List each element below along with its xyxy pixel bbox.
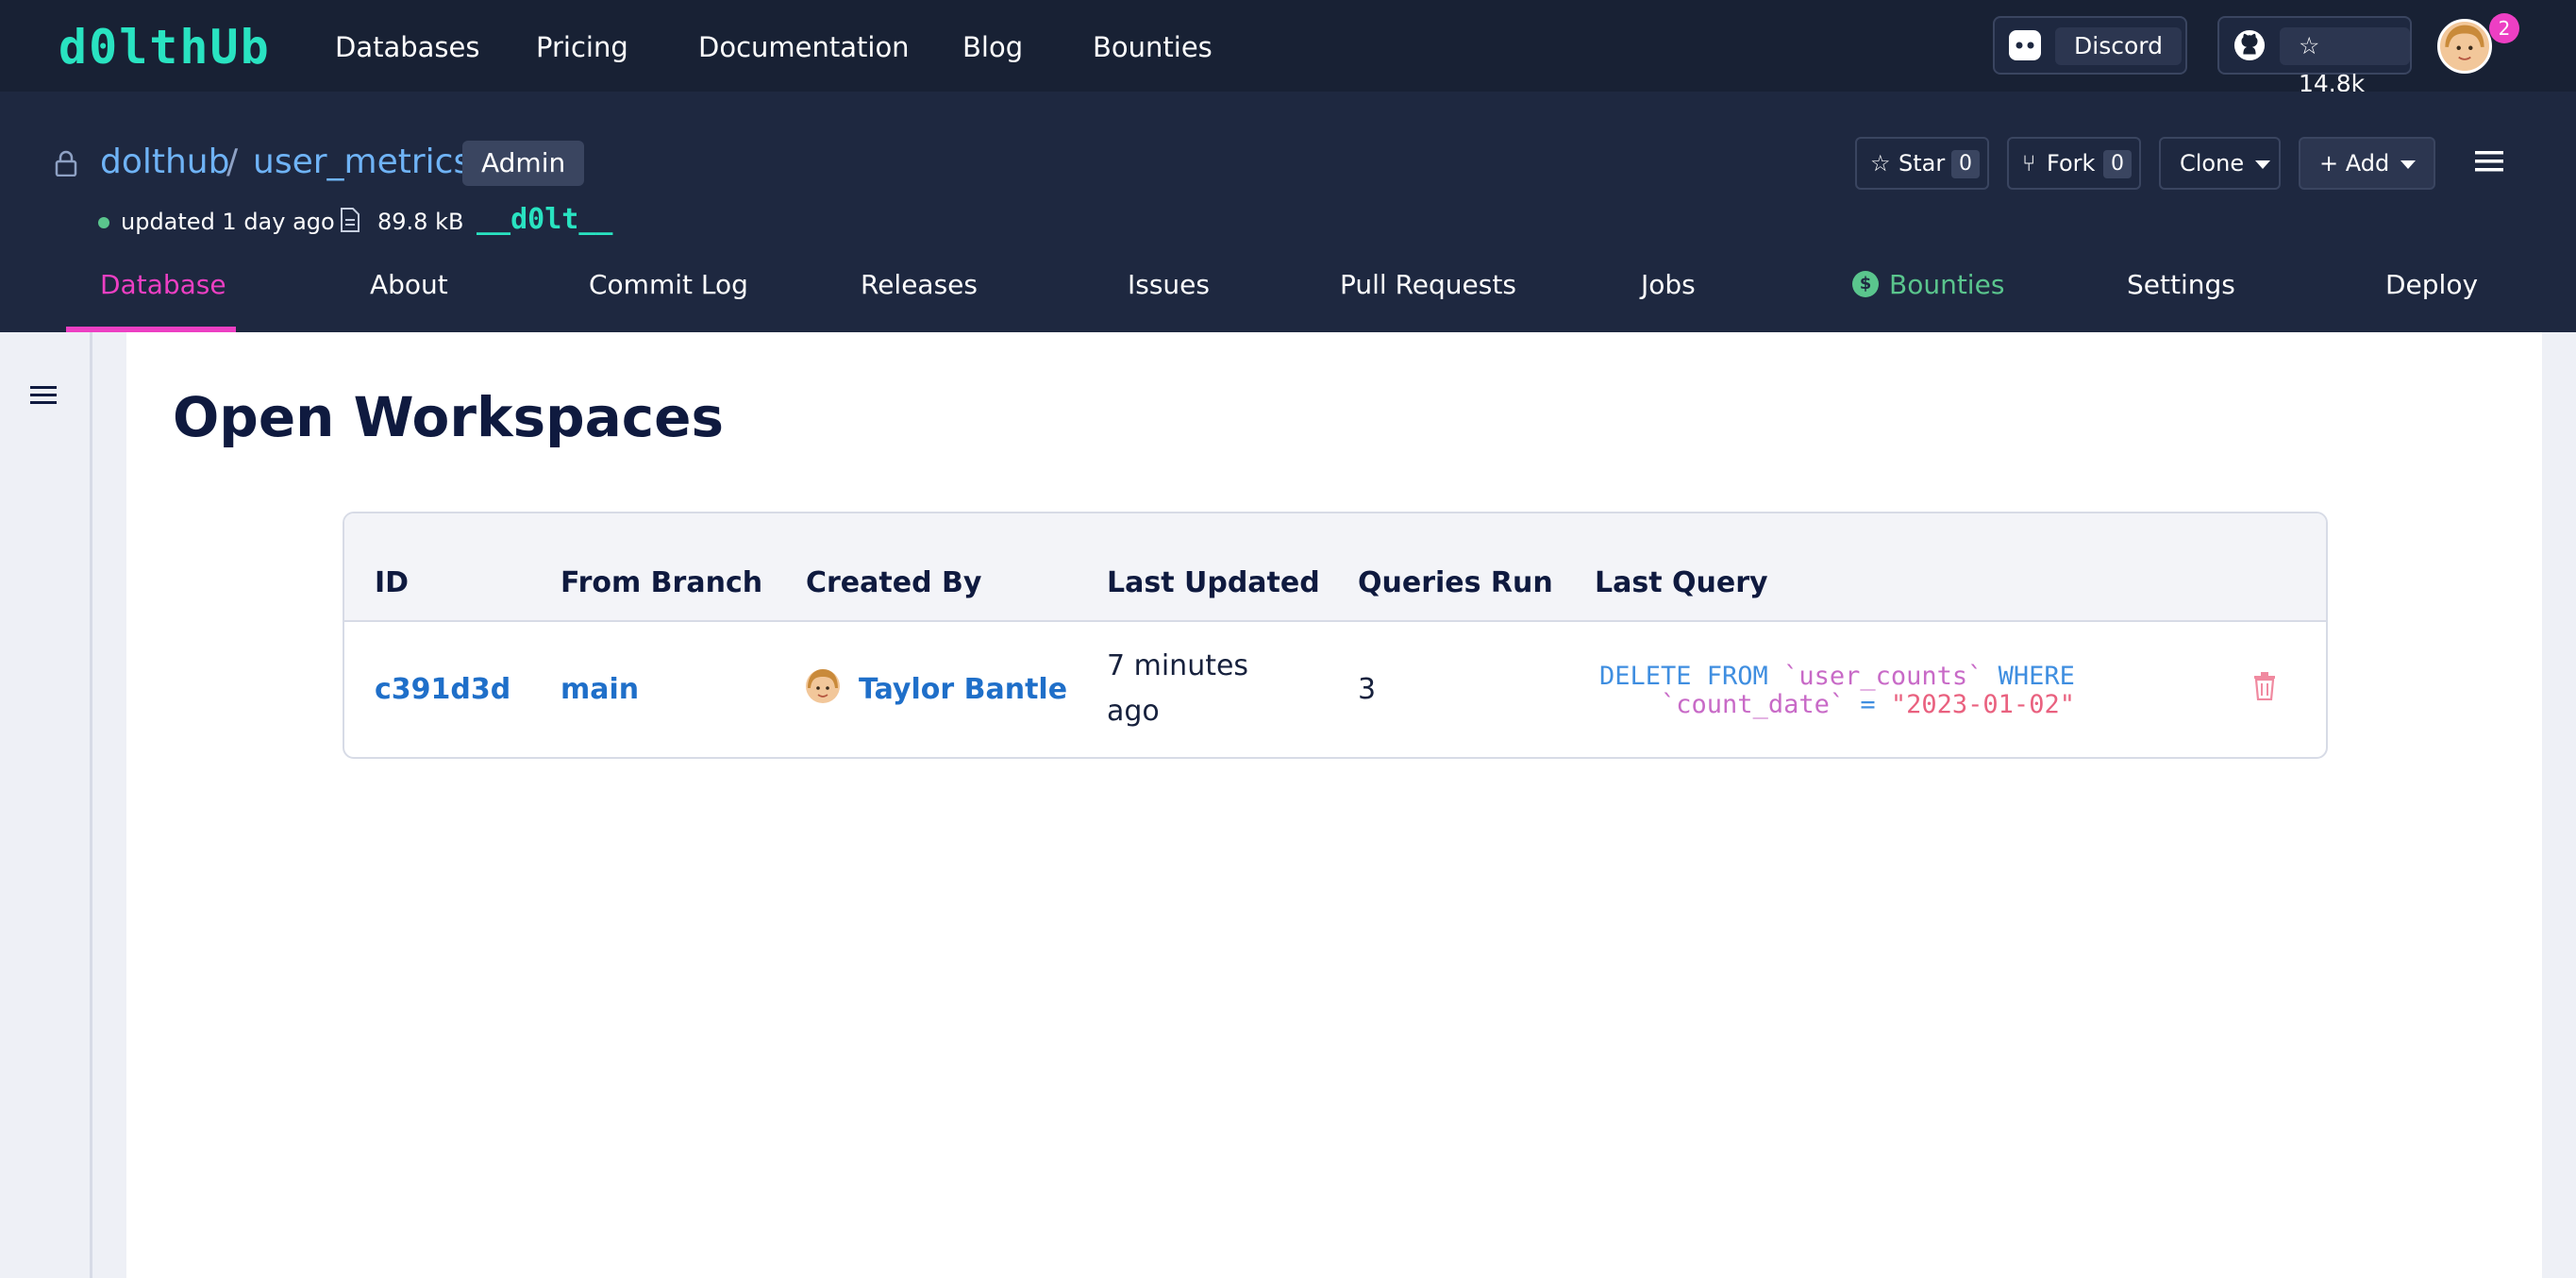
header-id: ID [375,566,410,599]
github-button[interactable]: ☆ 14.8k [2217,16,2412,97]
star-label: Star [1899,150,1946,177]
fork-button[interactable]: ⑂ Fork 0 [2007,137,2141,190]
header-queries-run: Queries Run [1358,566,1553,599]
discord-button[interactable]: Discord [1993,16,2187,75]
workspaces-table: ID From Branch Created By Last Updated Q… [343,512,2328,759]
file-size-icon [341,208,360,232]
sql-value: "2023-01-02" [1890,690,2075,719]
star-count: 0 [1951,150,1980,178]
table-header: ID From Branch Created By Last Updated Q… [344,513,2326,622]
discord-label: Discord [2055,27,2182,65]
dollar-icon: $ [1852,271,1879,297]
github-icon [2233,29,2266,61]
dolt-tag: __d0lt__ [477,203,613,236]
clone-label: Clone [2180,150,2245,177]
repo-owner-link[interactable]: dolthub [100,141,229,184]
discord-icon [2009,30,2041,60]
tab-commit-log[interactable]: Commit Log [589,267,748,303]
role-badge: Admin [462,141,585,186]
nav-databases[interactable]: Databases [335,28,479,66]
nav-blog[interactable]: Blog [962,28,1023,66]
repo-separator: / [226,143,239,181]
last-updated-line2: ago [1107,695,1160,728]
repo-name-link[interactable]: user_metrics [253,141,471,184]
header-last-query: Last Query [1595,566,1768,599]
updated-text: updated 1 day ago [121,209,335,235]
avatar-face-icon [2440,22,2489,71]
queries-run-count: 3 [1358,673,1377,706]
lock-icon [55,150,77,177]
tab-database[interactable]: Database [100,267,226,303]
branch-link[interactable]: main [560,667,639,713]
github-stars: ☆ 14.8k [2280,27,2410,97]
add-label: Add [2345,150,2390,177]
header-created-by: Created By [806,566,982,599]
creator-avatar-icon [806,669,840,703]
last-query-code[interactable]: DELETE FROM `user_counts` WHERE `count_d… [1599,663,2075,719]
tab-deploy[interactable]: Deploy [2385,267,2478,303]
plus-icon: + [2319,150,2346,177]
sql-keyword: WHERE [1982,662,2075,691]
fork-icon: ⑂ [2022,150,2036,177]
workspace-id-link[interactable]: c391d3d [375,667,510,713]
sidebar-toggle-icon[interactable] [30,385,57,406]
fork-label: Fork [2047,150,2096,177]
header-last-updated: Last Updated [1107,566,1320,599]
tab-bounties[interactable]: Bounties [1889,267,2004,303]
left-sidebar [0,332,92,1278]
menu-icon[interactable] [2475,150,2503,173]
last-updated-line1: 7 minutes [1107,649,1249,682]
main-content [126,332,2542,1278]
dolthub-logo[interactable]: d0lthUb [59,24,271,71]
chevron-down-icon [2400,160,2417,169]
tab-settings[interactable]: Settings [2127,267,2235,303]
notification-badge[interactable]: 2 [2489,13,2519,43]
nav-pricing[interactable]: Pricing [536,28,628,66]
clone-dropdown[interactable]: Clone [2159,137,2281,190]
star-button[interactable]: ☆ Star 0 [1855,137,1989,190]
sql-keyword: DELETE FROM [1599,662,1784,691]
fork-count: 0 [2103,150,2132,178]
sql-column: `count_date` [1661,690,1846,719]
tab-about[interactable]: About [370,267,448,303]
add-dropdown[interactable]: + Add [2299,137,2435,190]
repo-header: dolthub / user_metrics Admin updated 1 d… [0,92,2576,332]
tab-jobs[interactable]: Jobs [1641,267,1696,303]
header-from-branch: From Branch [560,566,763,599]
nav-documentation[interactable]: Documentation [698,28,910,66]
user-avatar[interactable] [2437,19,2492,74]
page-title: Open Workspaces [173,385,724,449]
sql-table: `user_counts` [1783,662,1983,691]
sql-operator: = [1845,690,1891,719]
tab-issues[interactable]: Issues [1128,267,1210,303]
tab-pull-requests[interactable]: Pull Requests [1340,267,1516,303]
tab-releases[interactable]: Releases [861,267,978,303]
trash-icon[interactable] [2253,672,2276,700]
status-dot [98,217,109,228]
nav-bounties[interactable]: Bounties [1093,28,1213,66]
creator-link[interactable]: Taylor Bantle [859,667,1067,713]
chevron-down-icon [2255,160,2271,169]
top-navbar: d0lthUb Databases Pricing Documentation … [0,0,2576,97]
star-icon: ☆ [1870,150,1891,177]
repo-size: 89.8 kB [377,209,464,235]
